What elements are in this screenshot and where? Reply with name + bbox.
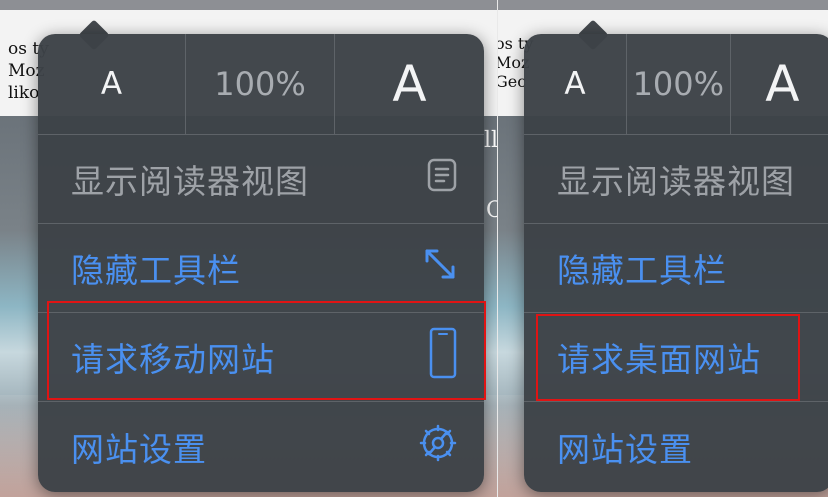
address-bar-strip: [498, 0, 828, 10]
website-settings-label: 网站设置: [71, 429, 207, 469]
show-reader-view-label: 显示阅读器视图: [557, 162, 795, 201]
website-settings-label: 网站设置: [557, 429, 693, 469]
font-size-controls: A 100% A: [38, 34, 484, 135]
decrease-font-button[interactable]: A: [38, 34, 186, 134]
screenshot-left: os ty Moz liko ll C A 100% A 显示阅读器视图 隐藏工…: [0, 0, 497, 497]
website-settings-item[interactable]: 网站设置: [38, 402, 484, 491]
highlight-box: [47, 301, 486, 400]
font-size-controls: A 100% A: [524, 34, 828, 135]
show-reader-view-item[interactable]: 显示阅读器视图: [524, 135, 828, 224]
address-bar-strip: [0, 0, 497, 10]
page-menu-popover: A 100% A 显示阅读器视图 隐藏工具栏 请求桌面网站 网站设置: [524, 34, 828, 492]
screenshot-right: os ty Moz Gec A A 100% A 显示阅读器视图 隐藏工具栏 请…: [497, 0, 828, 497]
hide-toolbar-label: 隐藏工具栏: [557, 251, 727, 290]
expand-arrows-icon: [423, 247, 457, 289]
hide-toolbar-item[interactable]: 隐藏工具栏: [38, 224, 484, 313]
show-reader-view-item[interactable]: 显示阅读器视图: [38, 135, 484, 224]
show-reader-view-label: 显示阅读器视图: [71, 162, 309, 201]
partial-letter: C: [486, 198, 497, 223]
page-menu-popover: A 100% A 显示阅读器视图 隐藏工具栏 请求移动网站 网站设置: [38, 34, 484, 492]
reader-view-icon: [427, 158, 457, 200]
zoom-level[interactable]: 100%: [627, 34, 731, 134]
gear-icon: [419, 424, 457, 470]
decrease-font-button[interactable]: A: [524, 34, 627, 134]
hide-toolbar-item[interactable]: 隐藏工具栏: [524, 224, 828, 313]
increase-font-button[interactable]: A: [335, 34, 484, 134]
increase-font-button[interactable]: A: [731, 34, 828, 134]
hide-toolbar-label: 隐藏工具栏: [71, 251, 241, 290]
website-settings-item[interactable]: 网站设置: [524, 402, 828, 491]
partial-letter: ll: [484, 128, 497, 153]
zoom-level[interactable]: 100%: [186, 34, 335, 134]
highlight-box: [536, 314, 800, 401]
